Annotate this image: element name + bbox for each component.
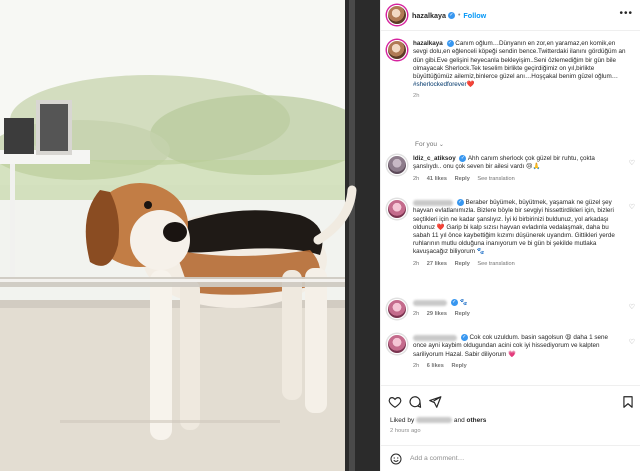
- verified-icon: ✓: [460, 334, 468, 341]
- separator-dot: •: [457, 11, 461, 19]
- comment-body: ldiz_c_atiksoy ✓ Ahh canım sherlock çok …: [413, 155, 623, 183]
- redacted-username: [413, 199, 453, 206]
- comment-meta: 2h 27 likes Reply See translation: [413, 260, 623, 268]
- verified-icon: ✓: [456, 199, 464, 206]
- comment-time: 2h: [413, 311, 420, 318]
- comment-time: 2h: [413, 260, 420, 267]
- comment-body: ✓ Cok cok uzuldum. basin sagolsun 😩 daha…: [413, 334, 623, 370]
- caption-avatar[interactable]: [387, 40, 407, 60]
- caption-heart: ❤️: [466, 81, 475, 89]
- verified-icon: ✓: [459, 155, 467, 162]
- redacted-username: [413, 334, 457, 341]
- comment-time: 2h: [413, 362, 420, 369]
- more-icon[interactable]: •••: [619, 9, 633, 19]
- caption-hashtag[interactable]: #sherlockedforever: [413, 81, 467, 88]
- save-icon[interactable]: [621, 395, 635, 409]
- liked-by-prefix: Liked by: [390, 417, 415, 424]
- comment-meta: 2h 41 likes Reply See translation: [413, 175, 623, 183]
- comment-likes[interactable]: 41 likes: [427, 176, 447, 182]
- see-translation-link[interactable]: See translation: [477, 261, 514, 267]
- caption-body: hazalkaya ✓ Canım oğlum…Dünyanın en zor,…: [413, 40, 631, 101]
- see-translation-link[interactable]: See translation: [477, 176, 514, 182]
- post-action-bar: Liked by and others 2 hours ago: [381, 385, 640, 437]
- liked-by-connector: and: [453, 417, 465, 424]
- comment-text: Beraber büyümek, büyütmek, yaşamak ne gü…: [413, 199, 615, 256]
- comment-item: ✓ 🐾 2h 29 likes Reply ♡: [387, 299, 635, 319]
- add-comment-input[interactable]: Add a comment…: [410, 455, 464, 462]
- caption-username[interactable]: hazalkaya: [413, 40, 443, 47]
- beagle-photo-illustration: [0, 0, 380, 471]
- comment-item: ldiz_c_atiksoy ✓ Ahh canım sherlock çok …: [387, 155, 635, 183]
- caption-text: Canım oğlum…Dünyanın en zor,en yaramaz,e…: [413, 40, 626, 80]
- commenter-avatar[interactable]: [387, 199, 407, 219]
- comment-like-icon[interactable]: ♡: [629, 203, 635, 211]
- comment-username[interactable]: ldiz_c_atiksoy: [413, 155, 456, 162]
- liked-by-others[interactable]: others: [467, 417, 487, 424]
- liked-by-line[interactable]: Liked by and others: [390, 417, 486, 424]
- comment-body: ✓ 🐾 2h 29 likes Reply: [413, 299, 623, 319]
- verified-icon: ✓: [446, 40, 454, 47]
- author-username[interactable]: hazalkaya: [412, 11, 446, 20]
- comment-like-icon[interactable]: ♡: [629, 338, 635, 346]
- comment-likes[interactable]: 27 likes: [427, 261, 447, 267]
- commenter-avatar[interactable]: [387, 299, 407, 319]
- comment-like-icon[interactable]: ♡: [629, 159, 635, 167]
- post-side-panel: hazalkaya ✓ • Follow ••• hazalkaya ✓ Can…: [380, 0, 640, 471]
- share-icon[interactable]: [428, 395, 442, 409]
- comment-time: 2h: [413, 175, 420, 182]
- comment-text: 🐾: [459, 299, 468, 307]
- for-you-label: For you: [415, 141, 438, 148]
- comment-like-icon[interactable]: ♡: [629, 303, 635, 311]
- reply-button[interactable]: Reply: [455, 311, 470, 317]
- verified-icon: ✓: [450, 299, 458, 306]
- comments-scroll-area[interactable]: hazalkaya ✓ Canım oğlum…Dünyanın en zor,…: [381, 31, 640, 385]
- comment-body: ✓ Beraber büyümek, büyütmek, yaşamak ne …: [413, 199, 623, 268]
- post-caption: hazalkaya ✓ Canım oğlum…Dünyanın en zor,…: [387, 40, 633, 101]
- commenter-avatar[interactable]: [387, 155, 407, 175]
- comment-item: ✓ Cok cok uzuldum. basin sagolsun 😩 daha…: [387, 334, 635, 370]
- post-header: hazalkaya ✓ • Follow •••: [381, 0, 640, 31]
- comment-icon[interactable]: [408, 395, 422, 409]
- heart-icon[interactable]: [388, 395, 402, 409]
- emoji-icon[interactable]: [390, 453, 402, 465]
- instagram-post-modal: hazalkaya ✓ • Follow ••• hazalkaya ✓ Can…: [0, 0, 640, 471]
- post-photo[interactable]: [0, 0, 380, 471]
- verified-icon: ✓: [447, 11, 455, 19]
- comment-likes[interactable]: 29 likes: [427, 311, 447, 317]
- comment-item: ✓ Beraber büyümek, büyütmek, yaşamak ne …: [387, 199, 635, 268]
- posted-ago: 2 hours ago: [390, 428, 421, 434]
- for-you-toggle[interactable]: For you ⌄: [415, 141, 444, 148]
- add-comment-bar: Add a comment…: [381, 445, 640, 471]
- author-avatar[interactable]: [387, 5, 407, 25]
- comment-likes[interactable]: 6 likes: [427, 363, 444, 369]
- commenter-avatar[interactable]: [387, 334, 407, 354]
- caption-time: 2h: [413, 93, 420, 100]
- comment-meta: 2h 6 likes Reply: [413, 362, 623, 370]
- chevron-down-icon: ⌄: [438, 142, 444, 148]
- reply-button[interactable]: Reply: [455, 261, 470, 267]
- follow-button[interactable]: Follow: [463, 11, 486, 20]
- reply-button[interactable]: Reply: [451, 363, 466, 369]
- reply-button[interactable]: Reply: [455, 176, 470, 182]
- redacted-username: [416, 417, 453, 424]
- redacted-username: [413, 299, 447, 306]
- comment-meta: 2h 29 likes Reply: [413, 310, 623, 318]
